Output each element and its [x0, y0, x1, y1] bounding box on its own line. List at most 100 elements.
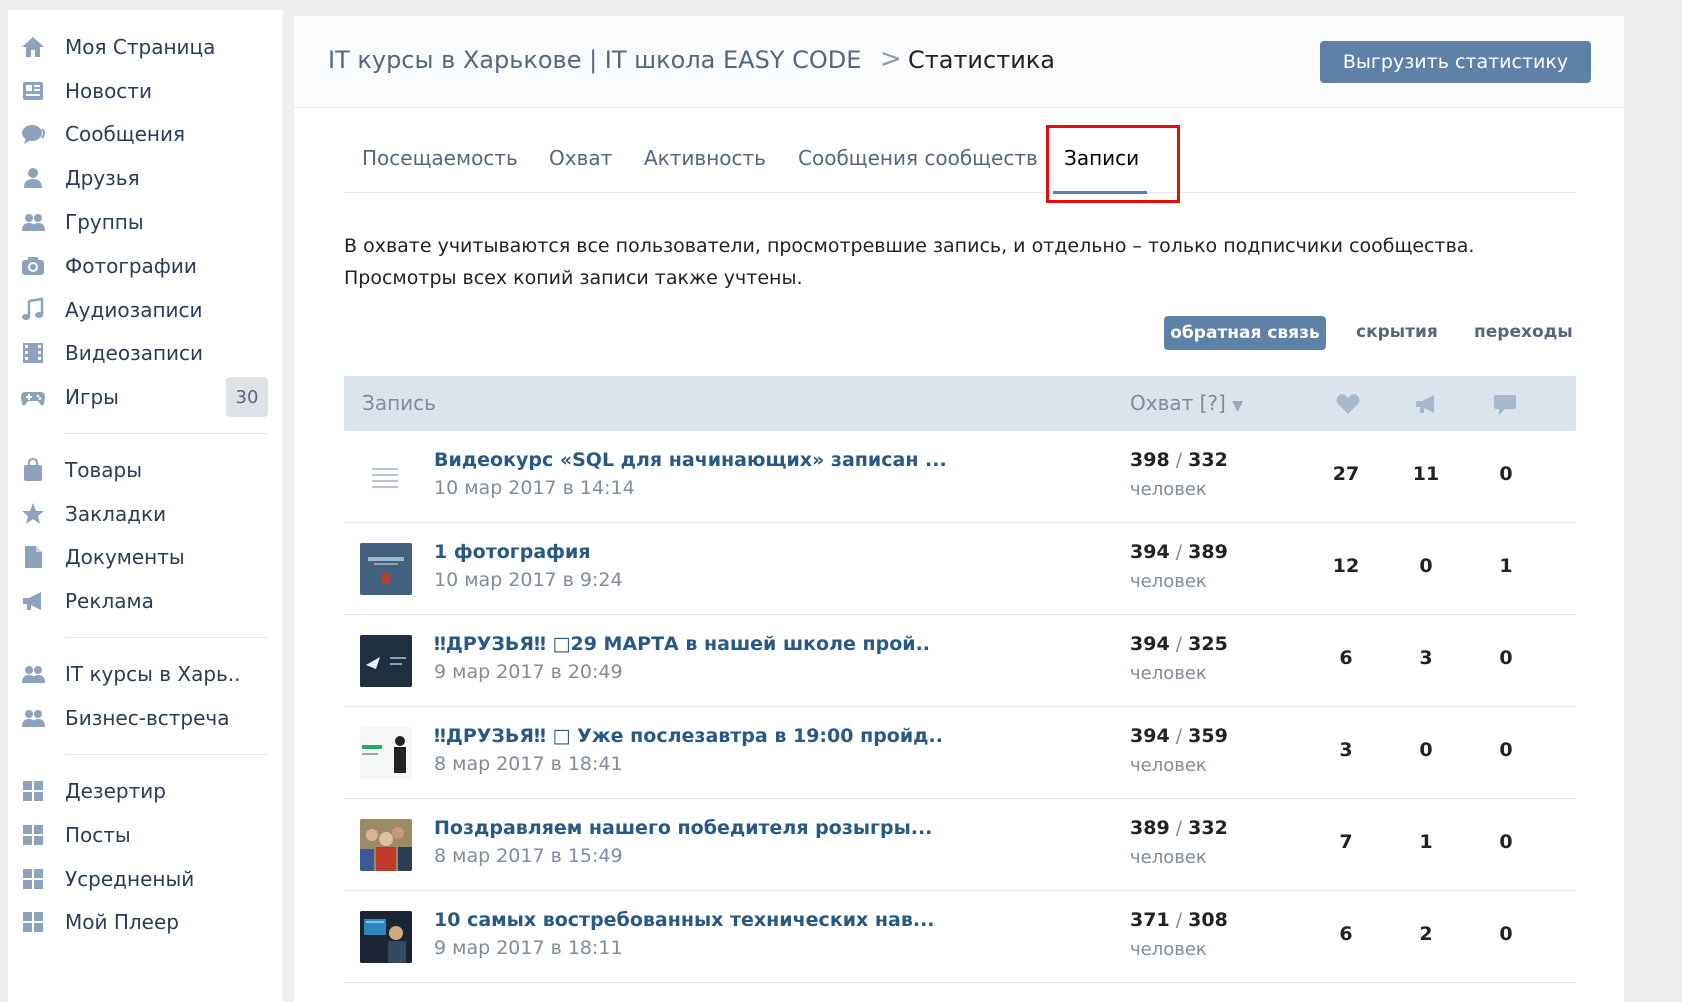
sidebar-item-app-posts[interactable]: Посты	[8, 815, 283, 855]
post-date: 8 мар 2017 в 15:49	[434, 845, 623, 867]
sidebar-item-app-deserter[interactable]: Дезертир	[8, 771, 283, 811]
reach-unit: человек	[1130, 479, 1207, 500]
sidebar-item-label: Закладки	[65, 502, 167, 526]
reach-total: 371	[1130, 909, 1170, 931]
reposts-count: 0	[1419, 739, 1433, 761]
sidebar-item-label: Реклама	[65, 589, 154, 613]
likes-count: 6	[1339, 923, 1353, 945]
export-statistics-button[interactable]: Выгрузить статистику	[1320, 41, 1591, 83]
reach-total: 389	[1130, 817, 1170, 839]
sidebar-item-documents[interactable]: Документы	[8, 537, 283, 577]
reach-subscribers: 332	[1188, 817, 1228, 839]
comments-count: 1	[1499, 555, 1513, 577]
sidebar-item-it-courses[interactable]: IT курсы в Харь..	[8, 654, 283, 694]
info-text: В охвате учитываются все пользователи, п…	[344, 230, 1544, 294]
table-row[interactable]: ‼ДРУЗЬЯ‼ □ Уже послезавтра в 19:00 пройд…	[344, 707, 1576, 799]
left-sidebar: Моя Страница Новости Сообщения Друзья Гр…	[8, 10, 283, 1002]
page-title: Статистика	[908, 46, 1055, 74]
sidebar-item-video[interactable]: Видеозаписи	[8, 333, 283, 373]
comment-icon[interactable]	[1491, 390, 1519, 418]
sidebar-item-messages[interactable]: Сообщения	[8, 114, 283, 154]
sidebar-item-label: Товары	[65, 458, 142, 482]
column-header-reach[interactable]: Охват [?] ▼	[1130, 391, 1243, 415]
reach-total: 394	[1130, 541, 1170, 563]
camera-icon	[20, 253, 46, 279]
document-icon	[20, 544, 46, 570]
sidebar-divider	[65, 433, 268, 434]
app-grid-icon	[20, 909, 46, 935]
heart-icon[interactable]	[1334, 390, 1362, 418]
page: Моя Страница Новости Сообщения Друзья Гр…	[0, 0, 1682, 1002]
sidebar-item-app-my-player[interactable]: Мой Плеер	[8, 902, 283, 942]
column-header-post: Запись	[362, 391, 436, 415]
post-title-link[interactable]: Видеокурс «SQL для начинающих» записан .…	[434, 449, 947, 471]
likes-count: 27	[1332, 463, 1360, 485]
sort-down-icon[interactable]: ▼	[1232, 398, 1243, 414]
post-title-link[interactable]: ‼ДРУЗЬЯ‼ □29 МАРТА в нашей школе прой..	[434, 633, 930, 655]
post-title-link[interactable]: 10 самых востребованных технических нав.…	[434, 909, 935, 931]
sidebar-item-label: Аудиозаписи	[65, 298, 203, 322]
post-date: 8 мар 2017 в 18:41	[434, 753, 623, 775]
sidebar-item-audio[interactable]: Аудиозаписи	[8, 290, 283, 330]
tab-attendance[interactable]: Посещаемость	[362, 146, 518, 170]
table-row[interactable]: ‼ДРУЗЬЯ‼ □29 МАРТА в нашей школе прой.. …	[344, 615, 1576, 707]
sidebar-item-groups[interactable]: Группы	[8, 202, 283, 242]
post-thumbnail	[360, 635, 412, 687]
post-reach: 394 / 389	[1130, 541, 1228, 563]
sidebar-divider	[65, 754, 268, 755]
filter-transitions-link[interactable]: переходы	[1474, 322, 1573, 342]
reach-unit: человек	[1130, 847, 1207, 868]
sidebar-item-games[interactable]: Игры 30	[8, 377, 283, 417]
sidebar-item-bookmarks[interactable]: Закладки	[8, 494, 283, 534]
reach-subscribers: 359	[1188, 725, 1228, 747]
sidebar-item-ads[interactable]: Реклама	[8, 581, 283, 621]
reposts-count: 2	[1419, 923, 1433, 945]
sidebar-item-label: Новости	[65, 79, 152, 103]
sidebar-item-label: Посты	[65, 823, 131, 847]
sidebar-item-photos[interactable]: Фотографии	[8, 246, 283, 286]
tab-reach[interactable]: Охват	[549, 146, 612, 170]
reposts-count: 1	[1419, 831, 1433, 853]
post-date: 9 мар 2017 в 18:11	[434, 937, 623, 959]
sidebar-item-label: Документы	[65, 545, 185, 569]
sidebar-item-my-page[interactable]: Моя Страница	[8, 27, 283, 67]
breadcrumb-group-link[interactable]: IT курсы в Харькове | IT школа EASY CODE	[328, 46, 861, 74]
tab-community-messages[interactable]: Сообщения сообществ	[798, 146, 1038, 170]
table-row[interactable]: Видеокурс «SQL для начинающих» записан .…	[344, 431, 1576, 523]
reach-total: 398	[1130, 449, 1170, 471]
comments-count: 0	[1499, 923, 1513, 945]
music-note-icon	[20, 297, 46, 323]
sidebar-item-friends[interactable]: Друзья	[8, 158, 283, 198]
app-grid-icon	[20, 778, 46, 804]
reach-subscribers: 325	[1188, 633, 1228, 655]
post-title-link[interactable]: Поздравляем нашего победителя розыгры...	[434, 817, 932, 839]
reach-unit: человек	[1130, 663, 1207, 684]
shopping-bag-icon	[20, 457, 46, 483]
comments-count: 0	[1499, 647, 1513, 669]
table-row[interactable]: 1 фотография 10 мар 2017 в 9:24 394 / 38…	[344, 523, 1576, 615]
table-row[interactable]: Поздравляем нашего победителя розыгры...…	[344, 799, 1576, 891]
filter-hidden-link[interactable]: скрытия	[1356, 322, 1438, 342]
reach-total: 394	[1130, 725, 1170, 747]
app-grid-icon	[20, 822, 46, 848]
post-reach: 371 / 308	[1130, 909, 1228, 931]
groups-icon	[20, 209, 46, 235]
sidebar-item-business-meeting[interactable]: Бизнес-встреча	[8, 698, 283, 738]
gamepad-icon	[20, 384, 46, 410]
sidebar-item-app-averaged[interactable]: Усредненый	[8, 859, 283, 899]
filter-feedback-button[interactable]: обратная связь	[1164, 316, 1326, 350]
table-header: Запись Охват [?] ▼	[344, 376, 1576, 431]
post-title-link[interactable]: 1 фотография	[434, 541, 591, 563]
reposts-count: 3	[1419, 647, 1433, 669]
sidebar-item-news[interactable]: Новости	[8, 71, 283, 111]
megaphone-icon[interactable]	[1412, 390, 1440, 418]
sidebar-item-label: Мой Плеер	[65, 910, 179, 934]
post-title-link[interactable]: ‼ДРУЗЬЯ‼ □ Уже послезавтра в 19:00 пройд…	[434, 725, 943, 747]
sidebar-item-goods[interactable]: Товары	[8, 450, 283, 490]
sidebar-item-label: Фотографии	[65, 254, 197, 278]
sidebar-item-label: Сообщения	[65, 122, 186, 146]
post-date: 10 мар 2017 в 9:24	[434, 569, 623, 591]
table-row[interactable]: 10 самых востребованных технических нав.…	[344, 891, 1576, 983]
tab-activity[interactable]: Активность	[644, 146, 766, 170]
sidebar-item-label: Видеозаписи	[65, 341, 204, 365]
